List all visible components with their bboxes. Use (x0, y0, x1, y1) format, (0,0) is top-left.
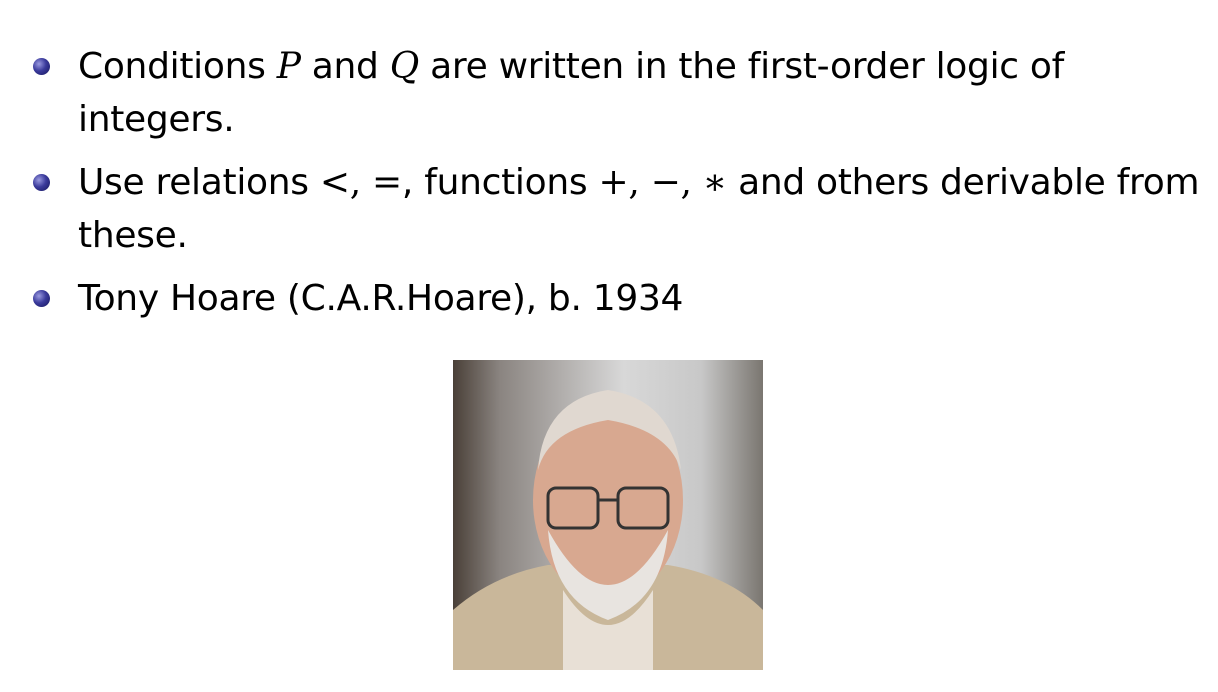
text: Conditions (78, 46, 277, 87)
bullet-item-conditions: Conditions P and Q are written in the fi… (33, 40, 1203, 146)
text: Use relations (78, 162, 320, 203)
text: and (300, 46, 390, 87)
math-q: Q (389, 46, 420, 87)
bullet-item-hoare: Tony Hoare (C.A.R.Hoare), b. 1934 (33, 272, 1203, 325)
math-functions: +, −, ∗ (598, 162, 727, 203)
tony-hoare-photo (453, 360, 763, 670)
text: Tony Hoare (C.A.R.Hoare), b. 1934 (78, 278, 684, 319)
bullet-icon (33, 174, 50, 191)
text: , functions (401, 162, 599, 203)
bullet-icon (33, 58, 50, 75)
bullet-icon (33, 290, 50, 307)
bullet-item-relations: Use relations <, =, functions +, −, ∗ an… (33, 156, 1203, 262)
math-p: P (276, 46, 301, 87)
math-relations: <, = (319, 162, 402, 203)
